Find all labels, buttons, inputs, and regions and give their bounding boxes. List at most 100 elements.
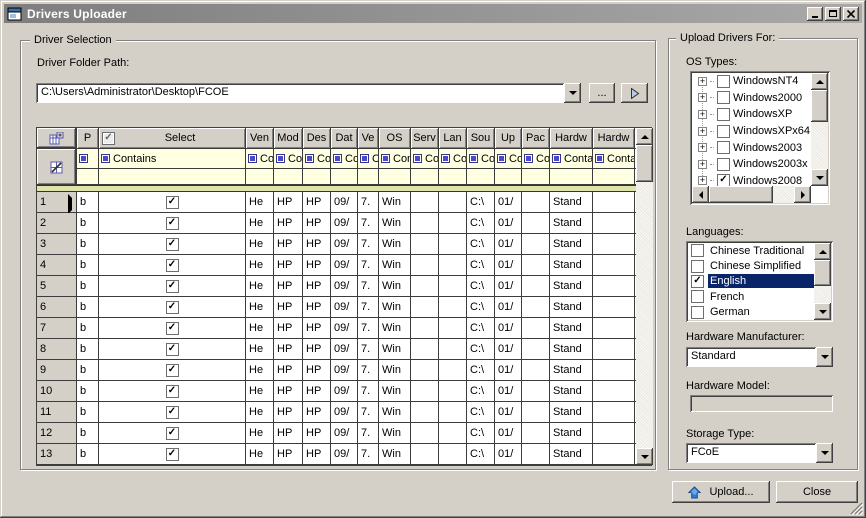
filter-cell-up[interactable]: Contains bbox=[495, 149, 522, 168]
os-tree-hscroll-track[interactable] bbox=[773, 186, 794, 203]
languages-scroll-track[interactable] bbox=[814, 286, 831, 303]
cell[interactable]: Win bbox=[379, 213, 411, 233]
row-select-checkbox[interactable]: ✓ bbox=[166, 427, 179, 440]
cell[interactable]: Stand bbox=[550, 444, 593, 464]
cell[interactable] bbox=[522, 192, 550, 212]
cell[interactable]: HP bbox=[303, 423, 331, 443]
cell[interactable]: 09/ bbox=[331, 255, 358, 275]
cell[interactable]: C:\ bbox=[467, 339, 495, 359]
filter-icon[interactable] bbox=[276, 154, 285, 163]
languages-list[interactable]: Chinese TraditionalChinese Simplified✓En… bbox=[688, 243, 814, 320]
cell[interactable] bbox=[439, 192, 467, 212]
cell[interactable] bbox=[522, 360, 550, 380]
language-label[interactable]: French bbox=[708, 290, 814, 304]
cell[interactable]: 01/ bbox=[495, 402, 522, 422]
filter-cell-des[interactable]: Contains bbox=[303, 149, 331, 168]
cell-select[interactable]: ✓ bbox=[99, 192, 246, 212]
expand-plus-icon[interactable]: + bbox=[698, 143, 707, 152]
row-selector[interactable]: 4 bbox=[37, 255, 77, 275]
cell[interactable]: 09/ bbox=[331, 402, 358, 422]
scroll-up-button[interactable] bbox=[814, 243, 831, 260]
filter-cell-hardw[interactable]: Contains bbox=[550, 149, 593, 168]
grid-vertical-scrollbar[interactable] bbox=[636, 128, 653, 465]
cell[interactable] bbox=[439, 423, 467, 443]
scroll-up-button[interactable] bbox=[636, 128, 653, 145]
cell[interactable]: He bbox=[246, 381, 274, 401]
cell[interactable]: HP bbox=[303, 213, 331, 233]
language-item[interactable]: French bbox=[688, 289, 814, 304]
cell[interactable]: HP bbox=[274, 255, 303, 275]
cell[interactable]: Stand bbox=[550, 402, 593, 422]
row-selector[interactable]: 5 bbox=[37, 276, 77, 296]
row-selector[interactable]: 11 bbox=[37, 402, 77, 422]
cell[interactable]: 01/ bbox=[495, 318, 522, 338]
cell-p[interactable]: b bbox=[77, 192, 99, 212]
cell[interactable]: He bbox=[246, 339, 274, 359]
column-header-os[interactable]: OS bbox=[379, 128, 411, 148]
filter-input-ve[interactable] bbox=[358, 169, 379, 184]
os-tree-vertical-scrollbar[interactable] bbox=[811, 73, 828, 186]
cell[interactable]: 7. bbox=[358, 360, 379, 380]
cell-select[interactable]: ✓ bbox=[99, 444, 246, 464]
cell[interactable]: Stand bbox=[550, 297, 593, 317]
filter-cell-sou[interactable]: Contains bbox=[467, 149, 495, 168]
cell[interactable]: 01/ bbox=[495, 276, 522, 296]
cell[interactable]: HP bbox=[303, 444, 331, 464]
cell[interactable]: Stand bbox=[550, 318, 593, 338]
column-header-sou[interactable]: Sou bbox=[467, 128, 495, 148]
cell-p[interactable]: b bbox=[77, 255, 99, 275]
storage-type-dropdown-button[interactable] bbox=[816, 443, 833, 463]
filter-icon[interactable] bbox=[381, 154, 390, 163]
tree-item[interactable]: +WindowsXP bbox=[692, 106, 811, 123]
os-type-checkbox[interactable] bbox=[717, 75, 730, 88]
cell[interactable]: 01/ bbox=[495, 192, 522, 212]
language-label[interactable]: German bbox=[708, 305, 814, 319]
title-bar[interactable]: Drivers Uploader bbox=[4, 4, 862, 23]
scroll-left-button[interactable] bbox=[692, 186, 709, 203]
cell[interactable]: 01/ bbox=[495, 444, 522, 464]
cell[interactable]: Stand bbox=[550, 360, 593, 380]
language-checkbox[interactable] bbox=[691, 290, 704, 303]
filter-icon[interactable] bbox=[524, 154, 533, 163]
minimize-button[interactable] bbox=[807, 7, 823, 21]
language-label[interactable]: English bbox=[708, 274, 814, 288]
cell-select[interactable]: ✓ bbox=[99, 234, 246, 254]
cell[interactable]: 7. bbox=[358, 234, 379, 254]
cell[interactable]: 01/ bbox=[495, 381, 522, 401]
cell[interactable]: 09/ bbox=[331, 339, 358, 359]
cell[interactable]: He bbox=[246, 276, 274, 296]
column-header-ven[interactable]: Ven bbox=[246, 128, 274, 148]
cell-p[interactable]: b bbox=[77, 213, 99, 233]
cell[interactable]: Win bbox=[379, 192, 411, 212]
cell[interactable]: 7. bbox=[358, 192, 379, 212]
cell[interactable]: C:\ bbox=[467, 444, 495, 464]
row-selector[interactable]: 9 bbox=[37, 360, 77, 380]
os-type-checkbox[interactable]: ✓ bbox=[717, 174, 730, 186]
cell-p[interactable]: b bbox=[77, 276, 99, 296]
cell[interactable]: He bbox=[246, 402, 274, 422]
cell[interactable] bbox=[439, 402, 467, 422]
cell-select[interactable]: ✓ bbox=[99, 276, 246, 296]
cell[interactable]: HP bbox=[274, 381, 303, 401]
cell[interactable]: C:\ bbox=[467, 234, 495, 254]
row-select-checkbox[interactable]: ✓ bbox=[166, 385, 179, 398]
cell[interactable]: HP bbox=[303, 192, 331, 212]
row-selector[interactable]: 12 bbox=[37, 423, 77, 443]
cell[interactable]: 7. bbox=[358, 423, 379, 443]
os-type-checkbox[interactable] bbox=[717, 141, 730, 154]
cell[interactable] bbox=[411, 297, 439, 317]
cell[interactable]: Win bbox=[379, 402, 411, 422]
column-header-dat[interactable]: Dat bbox=[331, 128, 358, 148]
language-checkbox[interactable] bbox=[691, 306, 704, 319]
filter-icon[interactable] bbox=[413, 154, 422, 163]
row-selector[interactable]: 3 bbox=[37, 234, 77, 254]
driver-folder-path-value[interactable]: C:\Users\Administrator\Desktop\FCOE bbox=[36, 83, 564, 103]
cell[interactable]: He bbox=[246, 444, 274, 464]
filter-icon[interactable] bbox=[79, 154, 88, 163]
cell[interactable] bbox=[593, 381, 635, 401]
filter-cell-os[interactable]: Contains bbox=[379, 149, 411, 168]
cell[interactable]: C:\ bbox=[467, 297, 495, 317]
storage-type-value[interactable]: FCoE bbox=[686, 443, 816, 463]
filter-cell-hardw-2[interactable]: Contains bbox=[593, 149, 635, 168]
cell[interactable]: Win bbox=[379, 339, 411, 359]
